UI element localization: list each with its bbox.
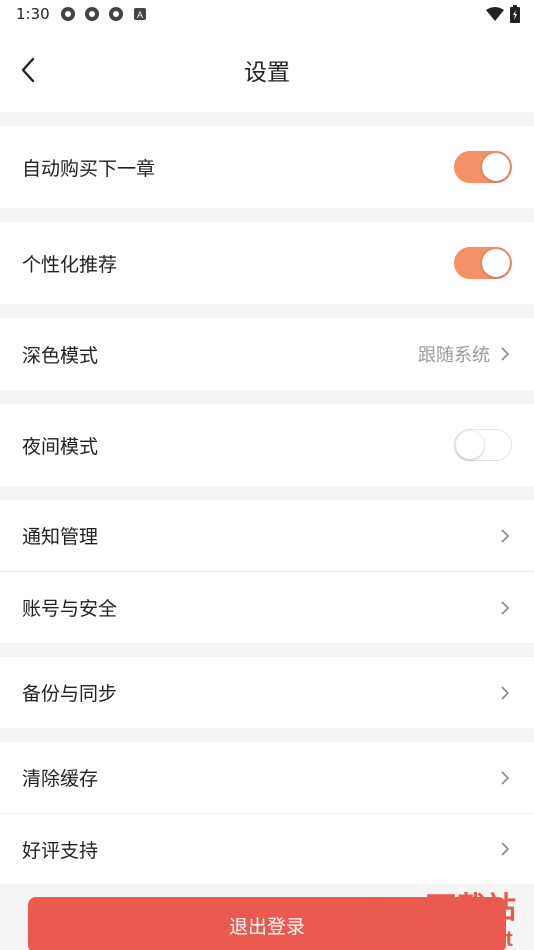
app-header: 设置	[0, 28, 534, 112]
status-bar: 1:30 A	[0, 0, 534, 28]
svg-text:A: A	[137, 10, 143, 20]
setting-label: 夜间模式	[22, 435, 99, 458]
battery-icon	[510, 5, 520, 23]
chevron-right-icon	[501, 770, 510, 785]
app-notification-icon	[60, 7, 75, 21]
setting-label: 自动购买下一章	[22, 157, 156, 180]
night-mode-toggle[interactable]	[454, 429, 512, 461]
setting-label: 通知管理	[22, 526, 99, 548]
status-time: 1:30	[16, 5, 50, 23]
section-gap	[0, 304, 534, 318]
section-gap	[0, 112, 534, 126]
setting-label: 深色模式	[22, 344, 99, 367]
setting-night-mode: 夜间模式	[0, 404, 534, 486]
setting-auto-buy: 自动购买下一章	[0, 126, 534, 208]
setting-label: 清除缓存	[22, 768, 99, 790]
setting-rating[interactable]: 好评支持	[0, 814, 534, 884]
app-notification-icon	[108, 7, 123, 21]
setting-label: 账号与安全	[22, 598, 118, 620]
wifi-icon	[486, 7, 504, 21]
chevron-right-icon	[501, 347, 510, 361]
chevron-right-icon	[501, 685, 510, 700]
section-gap	[0, 208, 534, 222]
personalized-toggle[interactable]	[454, 247, 512, 279]
dark-mode-value: 跟随系统	[418, 345, 490, 366]
logout-button[interactable]: 退出登录	[28, 897, 506, 950]
setting-notifications[interactable]: 通知管理	[0, 500, 534, 571]
setting-personalized: 个性化推荐	[0, 222, 534, 304]
back-button[interactable]	[14, 54, 42, 86]
section-gap	[0, 728, 534, 742]
section-gap	[0, 486, 534, 500]
chevron-right-icon	[501, 600, 510, 615]
toggle-knob	[482, 153, 510, 181]
setting-label: 好评支持	[22, 839, 99, 862]
status-right	[486, 5, 520, 23]
setting-clear-cache[interactable]: 清除缓存	[0, 742, 534, 813]
toggle-knob	[456, 431, 484, 459]
chevron-right-icon	[501, 842, 510, 856]
setting-label: 备份与同步	[22, 683, 118, 705]
page-title: 设置	[244, 60, 290, 86]
setting-label: 个性化推荐	[22, 253, 118, 276]
setting-dark-mode[interactable]: 深色模式 跟随系统	[0, 318, 534, 390]
section-gap	[0, 643, 534, 657]
chevron-right-icon	[501, 528, 510, 543]
app-notification-icon	[84, 7, 99, 21]
chevron-left-icon	[21, 57, 35, 83]
a-badge-icon: A	[133, 8, 146, 20]
setting-backup[interactable]: 备份与同步	[0, 657, 534, 728]
section-gap	[0, 390, 534, 404]
setting-account[interactable]: 账号与安全	[0, 572, 534, 643]
toggle-knob	[482, 249, 510, 277]
auto-buy-toggle[interactable]	[454, 151, 512, 183]
